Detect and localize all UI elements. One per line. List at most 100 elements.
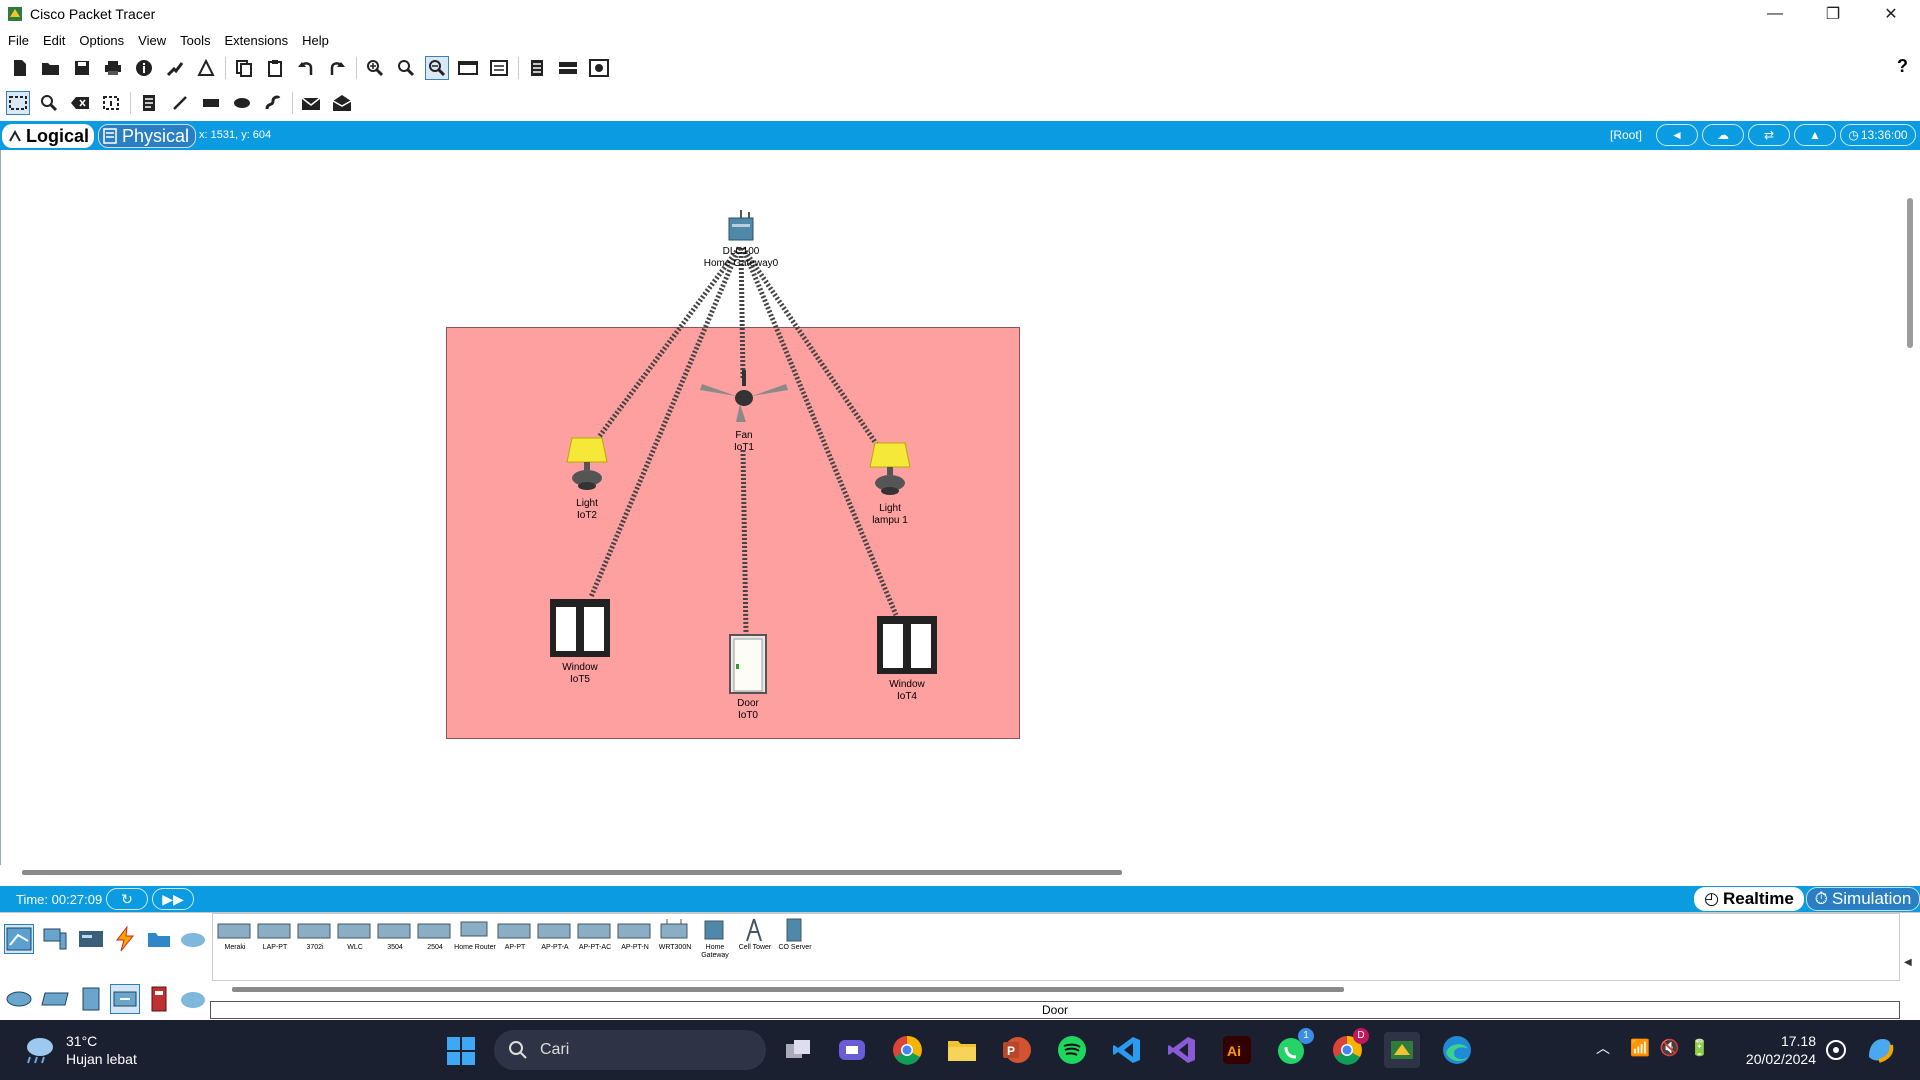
menu-tools[interactable]: Tools (180, 33, 210, 48)
task-view-icon[interactable] (780, 1032, 816, 1068)
taskbar-search[interactable]: Cari (494, 1030, 766, 1070)
simulation-mode-button[interactable]: ⏱ Simulation (1806, 887, 1920, 911)
menu-edit[interactable]: Edit (43, 33, 65, 48)
drawing-palette-icon[interactable] (456, 56, 480, 80)
undo-icon[interactable] (294, 56, 318, 80)
device-2504[interactable]: 2504 (417, 918, 453, 954)
chevron-up-icon[interactable]: ︿ (1596, 1038, 1610, 1058)
restore-button[interactable]: ❐ (1804, 0, 1862, 28)
rectangle-icon[interactable] (199, 91, 223, 115)
wireless-devices-subcategory-icon[interactable] (110, 984, 140, 1014)
tab-logical[interactable]: Logical (2, 124, 94, 148)
device-home-router[interactable]: Home Router (454, 918, 496, 954)
notification-settings-icon[interactable] (1818, 1032, 1854, 1068)
battery-icon[interactable]: 🔋 (1690, 1038, 1710, 1058)
ellipse-icon[interactable] (230, 91, 254, 115)
zoom-in-icon[interactable] (363, 56, 387, 80)
device-ap-pt-a[interactable]: AP-PT-A (537, 918, 573, 954)
line-icon[interactable] (168, 91, 192, 115)
add-simple-pdu-icon[interactable] (299, 91, 323, 115)
viewport-clock-button[interactable]: ◷ 13:36:00 (1840, 124, 1916, 146)
freeform-icon[interactable] (261, 91, 285, 115)
network-devices-category-icon[interactable] (4, 924, 34, 954)
whatsapp-icon[interactable]: 1 (1274, 1028, 1314, 1068)
new-file-icon[interactable] (8, 56, 32, 80)
close-button[interactable]: ✕ (1862, 0, 1920, 28)
root-breadcrumb[interactable]: [Root] (1610, 128, 1642, 142)
custom-pdu-icon[interactable] (194, 56, 218, 80)
door-iot0-device[interactable]: Door IoT0 (718, 634, 778, 722)
connections-category-icon[interactable] (110, 924, 140, 954)
device-co-server[interactable]: CO Server (777, 918, 813, 954)
save-icon[interactable] (70, 56, 94, 80)
print-icon[interactable] (101, 56, 125, 80)
vscode-icon[interactable] (1109, 1032, 1145, 1068)
menu-help[interactable]: Help (302, 33, 329, 48)
open-icon[interactable] (39, 56, 63, 80)
activity-wizard-icon[interactable] (163, 56, 187, 80)
delete-icon[interactable] (68, 91, 92, 115)
weather-widget[interactable]: 31°C Hujan lebat (22, 1032, 137, 1068)
chrome-icon[interactable] (889, 1032, 925, 1068)
device-meraki[interactable]: Meraki (217, 918, 253, 954)
move-object-button[interactable]: ⇄ (1748, 124, 1790, 146)
menu-file[interactable]: File (8, 33, 29, 48)
device-home-gateway[interactable]: Home Gateway (697, 918, 733, 959)
info-icon[interactable] (132, 56, 156, 80)
light-iot2-device[interactable]: Light IoT2 (557, 436, 617, 522)
viewport-icon[interactable] (587, 56, 611, 80)
cluster-icon[interactable] (525, 56, 549, 80)
scrollbar-thumb[interactable] (1907, 198, 1913, 348)
device-3504[interactable]: 3504 (377, 918, 413, 954)
hubs-subcategory-icon[interactable] (76, 984, 106, 1014)
logical-workspace-canvas[interactable]: DLC100 Home Gateway0 Fan IoT1 Light IoT2 (0, 150, 1900, 865)
note-icon[interactable] (137, 91, 161, 115)
power-cycle-button[interactable]: ↻ (106, 888, 148, 910)
device-list-scrollbar[interactable] (232, 987, 1344, 992)
resize-icon[interactable] (99, 91, 123, 115)
security-subcategory-icon[interactable] (144, 984, 174, 1014)
device-ap-pt-n[interactable]: AP-PT-N (617, 918, 653, 954)
device-wlc[interactable]: WLC (337, 918, 373, 954)
light-lampu1-device[interactable]: Light lampu 1 (860, 441, 920, 527)
collapse-arrow-icon[interactable]: ◀ (1904, 957, 1912, 968)
paste-icon[interactable] (263, 56, 287, 80)
file-explorer-icon[interactable] (944, 1032, 980, 1068)
menu-view[interactable]: View (138, 33, 166, 48)
device-cell-tower[interactable]: Cell Tower (737, 918, 773, 954)
packet-tracer-taskbar-icon[interactable] (1384, 1032, 1420, 1068)
powerpoint-icon[interactable]: P (999, 1032, 1035, 1068)
new-cluster-button[interactable]: ☁ (1702, 124, 1744, 146)
set-background-button[interactable]: ▲ (1794, 124, 1836, 146)
home-gateway-device[interactable]: DLC100 Home Gateway0 (691, 210, 791, 270)
select-icon[interactable] (6, 91, 30, 115)
tab-physical[interactable]: Physical (98, 124, 196, 148)
end-devices-category-icon[interactable] (40, 924, 70, 954)
device-wrt300n[interactable]: WRT300N (657, 918, 693, 954)
teams-chat-icon[interactable] (834, 1032, 870, 1068)
multiuser-category-icon[interactable] (178, 924, 208, 954)
window-iot5-device[interactable]: Window IoT5 (545, 598, 615, 686)
start-button[interactable] (446, 1036, 476, 1069)
fast-forward-button[interactable]: ▶▶ (152, 888, 194, 910)
copy-icon[interactable] (232, 56, 256, 80)
realtime-mode-button[interactable]: ◴ Realtime (1694, 887, 1804, 911)
help-icon[interactable]: ? (1897, 56, 1908, 77)
redo-icon[interactable] (325, 56, 349, 80)
visual-studio-icon[interactable] (1164, 1032, 1200, 1068)
wan-emulation-subcategory-icon[interactable] (178, 984, 208, 1014)
minimize-button[interactable]: — (1746, 0, 1804, 28)
edge-icon[interactable] (1439, 1032, 1475, 1068)
device-3702i[interactable]: 3702i (297, 918, 333, 954)
menu-extensions[interactable]: Extensions (224, 33, 288, 48)
back-button[interactable]: ◄ (1656, 124, 1698, 146)
misc-category-icon[interactable] (144, 924, 174, 954)
components-category-icon[interactable] (76, 924, 106, 954)
zoom-out-icon[interactable] (425, 56, 449, 80)
add-complex-pdu-icon[interactable] (330, 91, 354, 115)
device-template-icon[interactable] (487, 56, 511, 80)
wifi-icon[interactable]: 📶 (1630, 1038, 1650, 1058)
inspect-icon[interactable] (37, 91, 61, 115)
taskbar-clock[interactable]: 17.18 20/02/2024 (1734, 1032, 1816, 1068)
canvas-horizontal-scrollbar[interactable] (22, 870, 1122, 875)
